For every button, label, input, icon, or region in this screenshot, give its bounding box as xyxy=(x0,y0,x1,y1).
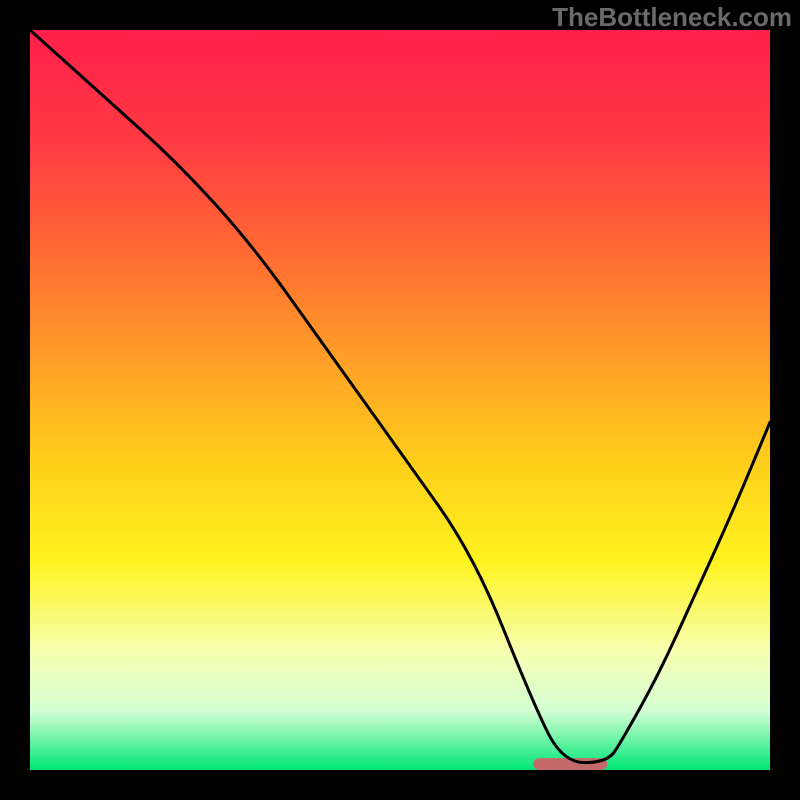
chart-container: { "watermark": "TheBottleneck.com", "cha… xyxy=(0,0,800,800)
heat-background xyxy=(30,30,770,770)
watermark-text: TheBottleneck.com xyxy=(552,2,792,33)
plot-svg xyxy=(30,30,770,770)
